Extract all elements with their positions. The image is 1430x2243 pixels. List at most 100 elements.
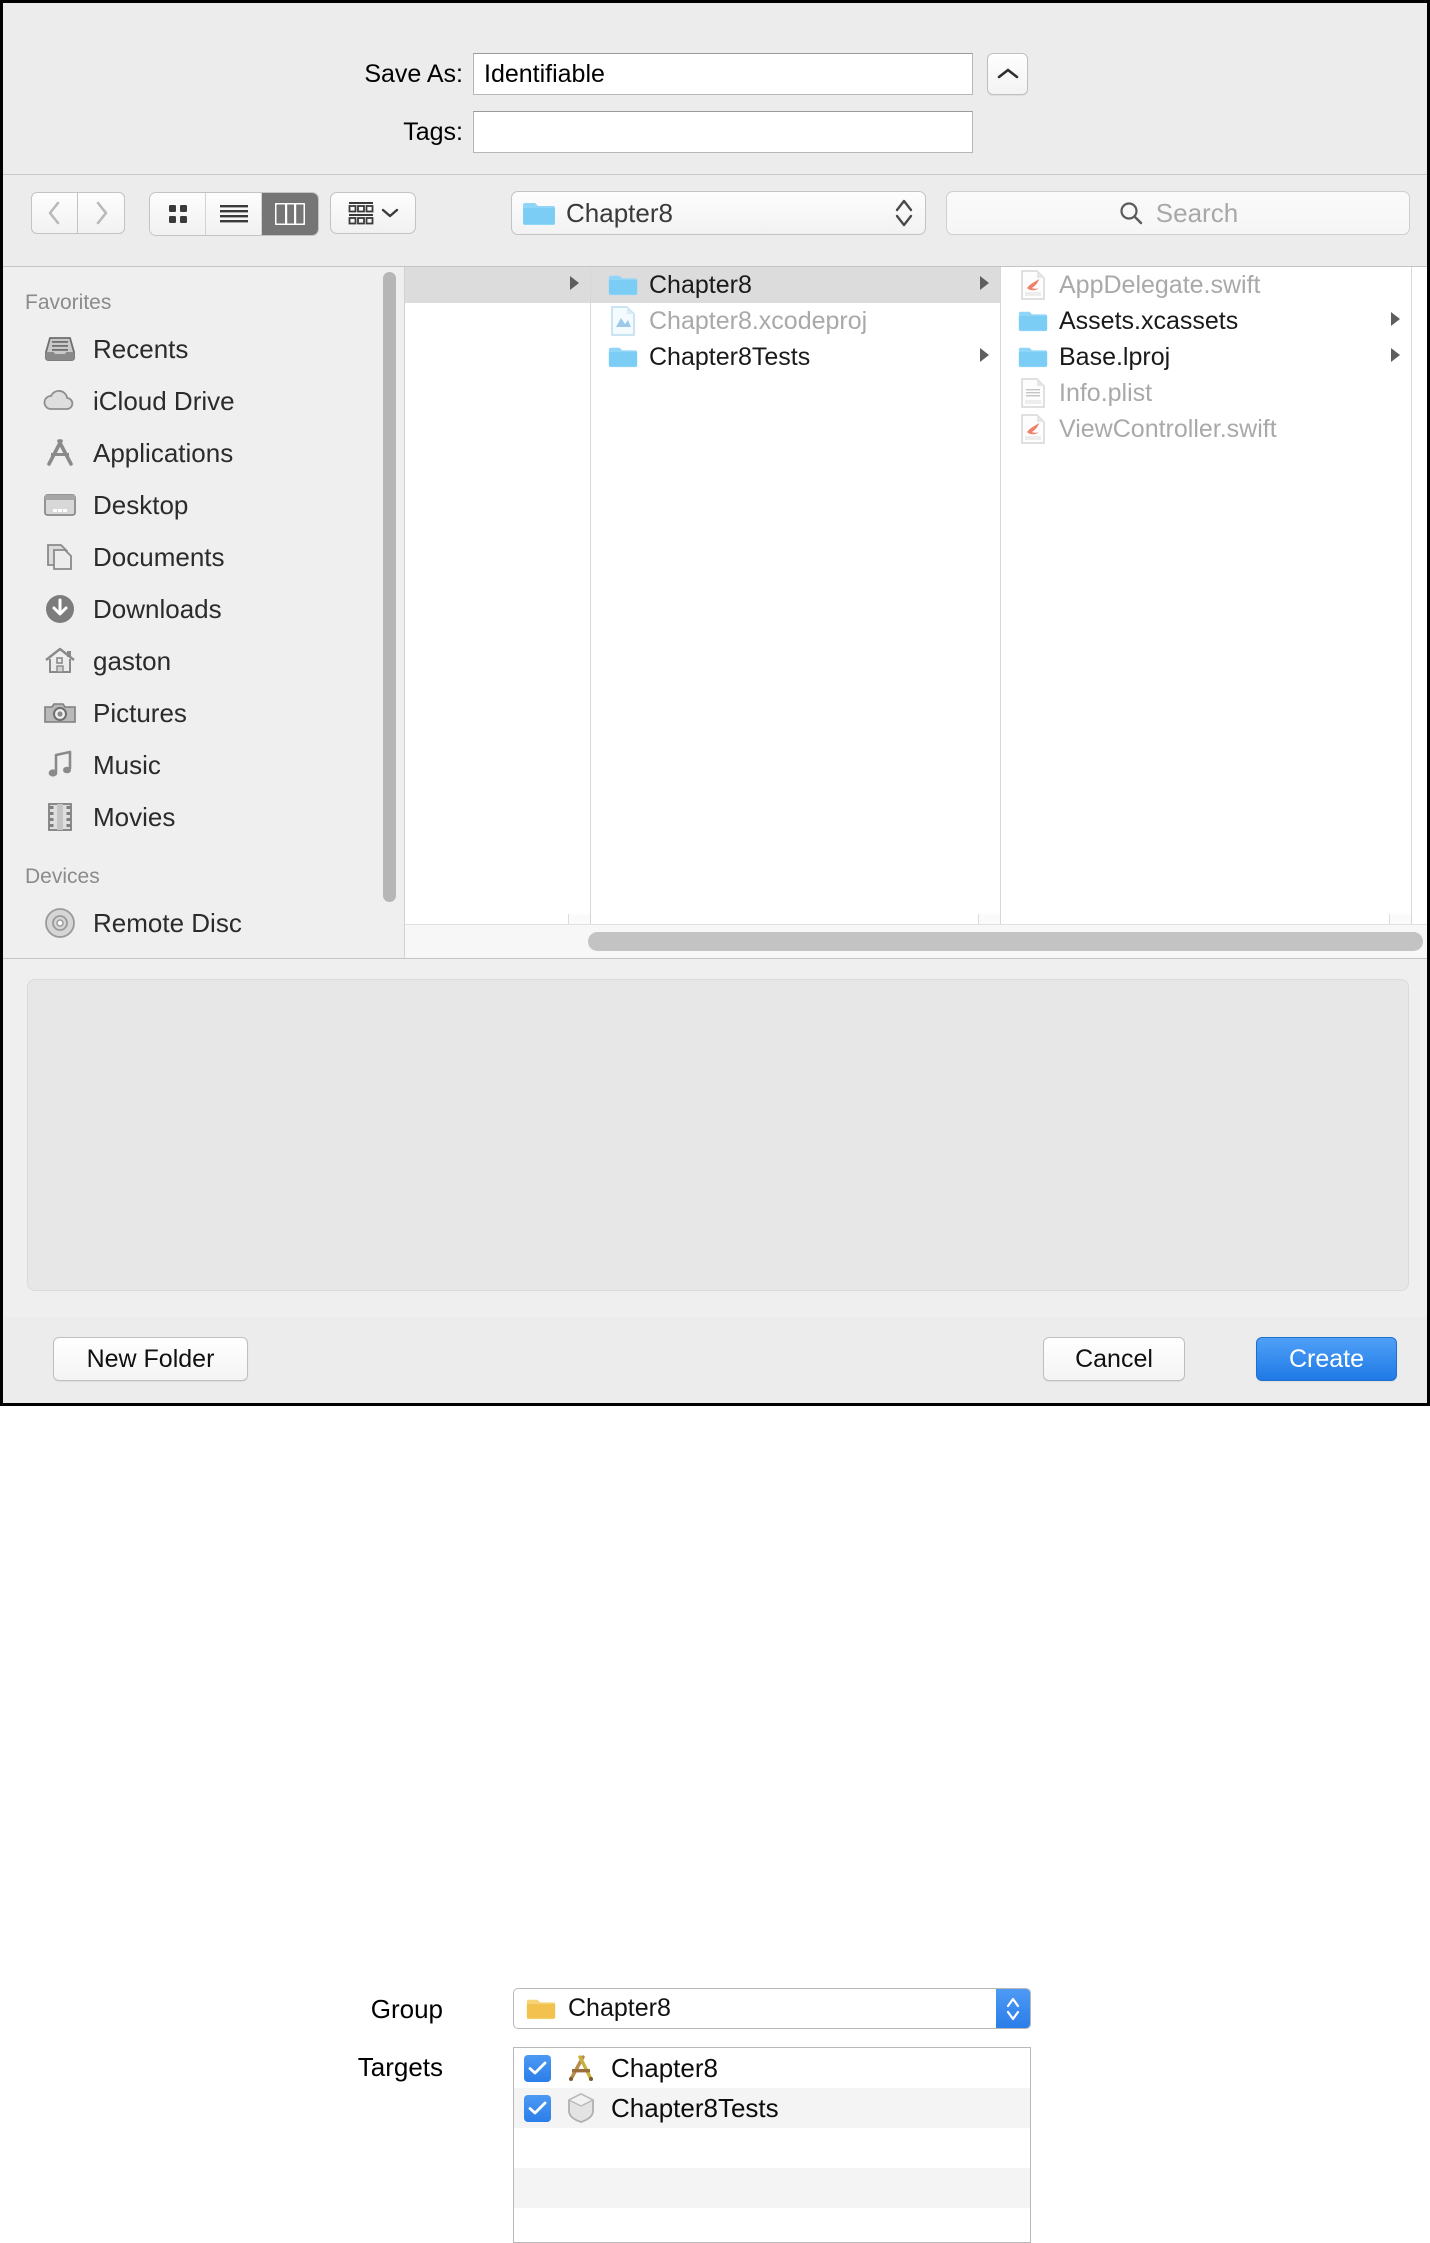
xcodeproj-file-icon — [605, 306, 641, 336]
sidebar-item-remote-disc[interactable]: Remote Disc — [3, 897, 404, 949]
chevron-up-icon — [997, 68, 1018, 79]
chevron-left-icon — [48, 201, 60, 225]
new-folder-button[interactable]: New Folder — [53, 1337, 248, 1381]
column-browser: Chapter8 Chapter8.xcodeproj Chapter8Test… — [405, 267, 1427, 958]
list-view-icon — [219, 205, 248, 223]
location-popup-button[interactable]: Chapter8 — [511, 191, 926, 235]
recents-icon — [39, 334, 81, 364]
cloud-icon — [39, 388, 81, 414]
sidebar-item-documents[interactable]: Documents — [3, 531, 404, 583]
sidebar-item-label: Downloads — [93, 593, 222, 624]
plist-file-icon — [1015, 378, 1051, 408]
browser-column-3: AppDelegate.swift Assets.xcassets Base.l… — [1001, 267, 1412, 958]
column-row[interactable]: Base.lproj — [1001, 339, 1411, 375]
column-row[interactable]: Info.plist — [1001, 375, 1411, 411]
documents-icon — [39, 542, 81, 572]
column-row-label: Info.plist — [1059, 378, 1153, 407]
sidebar-item-label: Pictures — [93, 697, 187, 728]
browser-column-1 — [405, 267, 591, 958]
disclosure-arrow-icon — [976, 346, 992, 369]
target-empty-row — [514, 2128, 1030, 2168]
group-by-icon — [348, 202, 374, 225]
save-as-row: Save As: Identifiable — [343, 53, 973, 95]
group-popup-button[interactable]: Chapter8 — [513, 1988, 1031, 2029]
column-row-label: Base.lproj — [1059, 342, 1171, 371]
sidebar-item-label: Desktop — [93, 489, 189, 520]
sidebar-section-favorites-title: Favorites — [25, 291, 112, 314]
view-as-icons-button[interactable] — [150, 193, 206, 235]
target-empty-row — [514, 2208, 1030, 2242]
cancel-button[interactable]: Cancel — [1043, 1337, 1185, 1381]
target-row[interactable]: Chapter8 — [514, 2048, 1030, 2088]
downloads-icon — [39, 593, 81, 625]
column-row[interactable]: ViewController.swift — [1001, 411, 1411, 447]
column-row-label: AppDelegate.swift — [1059, 270, 1261, 299]
sidebar-item-label: Recents — [93, 333, 189, 364]
group-label: Group — [370, 1994, 443, 2024]
save-as-label: Save As: — [364, 59, 463, 88]
icon-view-icon — [168, 205, 187, 223]
yellow-folder-icon — [526, 1999, 556, 2019]
sidebar-item-recents[interactable]: Recents — [3, 323, 404, 375]
dialog-footer: New Folder Cancel Create — [3, 1317, 1427, 1403]
horizontal-scrollbar[interactable] — [405, 924, 1427, 958]
horizontal-scrollbar-thumb[interactable] — [588, 932, 1423, 951]
film-icon — [39, 802, 81, 832]
column-row[interactable] — [405, 267, 590, 303]
chevron-right-icon — [96, 201, 107, 225]
sidebar-item-gaston[interactable]: gaston — [3, 635, 404, 687]
target-checkbox[interactable] — [524, 2054, 551, 2082]
blue-folder-icon — [605, 345, 641, 369]
sidebar-item-music[interactable]: Music — [3, 739, 404, 791]
column-row[interactable]: Assets.xcassets — [1001, 303, 1411, 339]
sidebar-item-pictures[interactable]: Pictures — [3, 687, 404, 739]
expand-collapse-button[interactable] — [987, 53, 1028, 95]
target-checkbox[interactable] — [524, 2094, 551, 2122]
blue-folder-icon — [1015, 309, 1051, 333]
stepper-updown-icon — [996, 1989, 1030, 2028]
sidebar-section-devices-title: Devices — [25, 865, 100, 888]
column-row[interactable]: Chapter8Tests — [591, 339, 1000, 375]
browser-column-2: Chapter8 Chapter8.xcodeproj Chapter8Test… — [591, 267, 1001, 958]
disclosure-arrow-icon — [566, 274, 582, 297]
save-as-input[interactable]: Identifiable — [473, 53, 973, 95]
disc-icon — [39, 907, 81, 939]
disclosure-arrow-icon — [1387, 346, 1403, 369]
target-name: Chapter8 — [611, 2052, 718, 2083]
back-button[interactable] — [31, 192, 78, 234]
targets-list: Chapter8 Chapter8Tests — [513, 2047, 1031, 2243]
music-note-icon — [39, 750, 81, 780]
swift-file-icon — [1015, 270, 1051, 300]
column-row[interactable]: AppDelegate.swift — [1001, 267, 1411, 303]
create-button[interactable]: Create — [1256, 1337, 1397, 1381]
swift-file-icon — [1015, 414, 1051, 444]
column-row[interactable]: Chapter8.xcodeproj — [591, 303, 1000, 339]
file-browser: Favorites Recents iCloud Drive Applicati… — [3, 267, 1427, 959]
sidebar-item-movies[interactable]: Movies — [3, 791, 404, 843]
sidebar-item-label: Music — [93, 749, 161, 780]
search-field[interactable]: Search — [946, 191, 1410, 235]
accessory-panel: Group Chapter8 Targets Chapter8 Chapter8… — [3, 959, 1427, 2243]
sidebar-item-desktop[interactable]: Desktop — [3, 479, 404, 531]
sidebar-item-label: iCloud Drive — [93, 385, 235, 416]
disclosure-arrow-icon — [1387, 310, 1403, 333]
sidebar-item-applications[interactable]: Applications — [3, 427, 404, 479]
column-row[interactable]: Chapter8 — [591, 267, 1000, 303]
group-popup-value: Chapter8 — [568, 1994, 671, 2022]
column-row-label: Chapter8 — [649, 270, 752, 299]
target-row[interactable]: Chapter8Tests — [514, 2088, 1030, 2128]
applications-icon — [39, 438, 81, 468]
sidebar-scrollbar[interactable] — [383, 272, 396, 902]
forward-button[interactable] — [78, 192, 125, 234]
xcode-app-icon — [561, 2053, 601, 2083]
tags-input[interactable] — [473, 111, 973, 153]
column-row-label: Assets.xcassets — [1059, 306, 1239, 335]
sidebar-item-downloads[interactable]: Downloads — [3, 583, 404, 635]
view-as-list-button[interactable] — [206, 193, 262, 235]
column-row-label: Chapter8.xcodeproj — [649, 306, 868, 335]
view-as-columns-button[interactable] — [262, 193, 318, 235]
sidebar-item-icloud-drive[interactable]: iCloud Drive — [3, 375, 404, 427]
checkmark-icon — [528, 2061, 547, 2074]
group-by-button[interactable] — [330, 192, 416, 234]
disclosure-arrow-icon — [976, 274, 992, 297]
